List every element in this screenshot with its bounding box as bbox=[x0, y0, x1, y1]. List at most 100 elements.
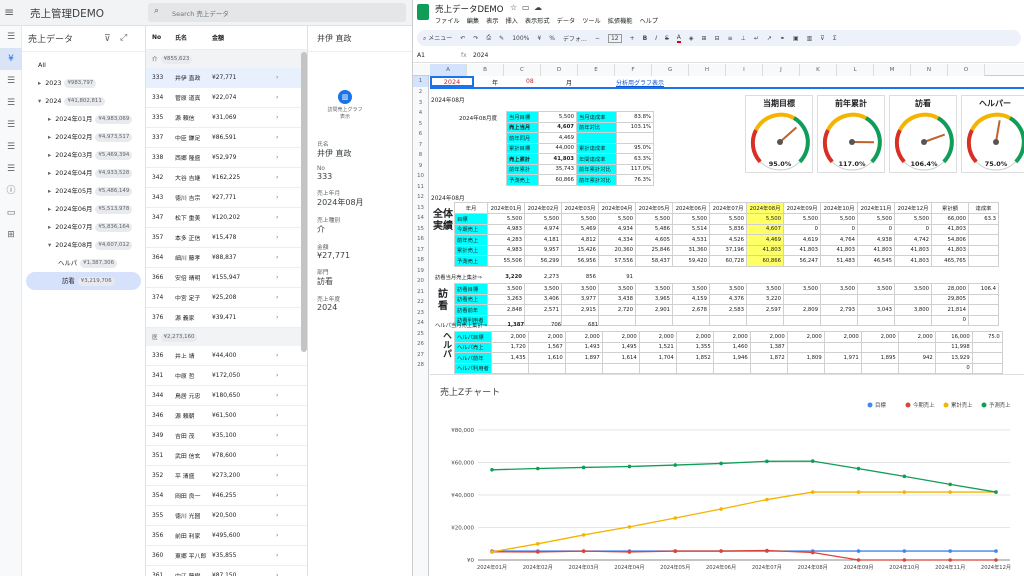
row-header[interactable]: 14 bbox=[413, 213, 428, 224]
list-row[interactable]: 361 中江 藤樹¥87,150 › bbox=[146, 566, 307, 576]
list-row[interactable]: 374 中宮 定子 ¥25,208 › bbox=[146, 288, 307, 308]
row-header[interactable]: 9 bbox=[413, 161, 428, 172]
column-header[interactable]: A bbox=[430, 64, 467, 76]
menu-file[interactable]: ファイル bbox=[435, 16, 460, 25]
row-header[interactable]: 8 bbox=[413, 150, 428, 161]
font-select[interactable]: デフォ… bbox=[563, 34, 587, 43]
column-header[interactable]: D bbox=[541, 64, 578, 76]
list-row[interactable]: 334 菅原 道真 ¥22,074 › bbox=[146, 88, 307, 108]
list-row[interactable]: 347 松下 重美 ¥120,202 › bbox=[146, 208, 307, 228]
expand-icon[interactable]: ⤢ bbox=[120, 33, 127, 43]
folder-icon[interactable]: ▭ bbox=[522, 3, 530, 12]
menu-help[interactable]: ヘルプ bbox=[640, 16, 659, 25]
tree-item-year[interactable]: ▸ 2023 ¥983,797 bbox=[22, 74, 145, 92]
row-header[interactable]: 27 bbox=[413, 350, 428, 361]
tree-item-month[interactable]: ▸ 2024年06月 ¥5,513,978 bbox=[22, 200, 145, 218]
row-header[interactable]: 25 bbox=[413, 329, 428, 340]
font-size-plus[interactable]: + bbox=[630, 35, 635, 42]
column-header[interactable]: O bbox=[948, 64, 985, 76]
list-icon[interactable]: ☰ bbox=[0, 26, 22, 48]
italic-icon[interactable]: I bbox=[655, 35, 657, 42]
row-header[interactable]: 13 bbox=[413, 203, 428, 214]
column-header[interactable]: N bbox=[911, 64, 948, 76]
list-row[interactable]: 333 井伊 直政 ¥27,771 › bbox=[146, 68, 307, 88]
tree-item-month[interactable]: ▸ 2024年01月 ¥4,983,069 bbox=[22, 110, 145, 128]
list-row[interactable]: 357 本多 正信 ¥15,478 › bbox=[146, 228, 307, 248]
list-row[interactable]: 354 岡田 良一 ¥46,255 › bbox=[146, 486, 307, 506]
chart-icon[interactable]: ▥ bbox=[807, 35, 813, 42]
list-row[interactable]: 338 西郷 隆盛 ¥52,979 › bbox=[146, 148, 307, 168]
list-row[interactable]: 364 細川 藤孝 ¥88,837 › bbox=[146, 248, 307, 268]
feedback-icon[interactable]: ▭ bbox=[0, 202, 22, 224]
tree-item-type-selected[interactable]: 訪看 ¥3,219,706 bbox=[26, 272, 141, 290]
tree-item-type[interactable]: ヘルパ ¥1,387,306 bbox=[22, 254, 145, 272]
text-color-icon[interactable]: A bbox=[676, 34, 681, 43]
row-header[interactable]: 26 bbox=[413, 339, 428, 350]
list-row[interactable]: 376 源 義家 ¥39,471 › bbox=[146, 308, 307, 328]
menu-data[interactable]: データ bbox=[557, 16, 576, 25]
menu-tools[interactable]: ツール bbox=[582, 16, 601, 25]
list-row[interactable]: 349 吉田 茂 ¥35,100 › bbox=[146, 426, 307, 446]
apps-grid-icon[interactable]: ⊞ bbox=[0, 224, 22, 246]
row-header[interactable]: 6 bbox=[413, 129, 428, 140]
row-header[interactable]: 17 bbox=[413, 245, 428, 256]
row-header[interactable]: 24 bbox=[413, 318, 428, 329]
tree-item-month[interactable]: ▸ 2024年05月 ¥5,486,149 bbox=[22, 182, 145, 200]
column-header[interactable]: M bbox=[874, 64, 911, 76]
wrap-icon[interactable]: ↵ bbox=[754, 35, 759, 42]
row-header[interactable]: 10 bbox=[413, 171, 428, 182]
column-header[interactable]: B bbox=[467, 64, 504, 76]
list-row[interactable]: 335 源 頼信 ¥31,069 › bbox=[146, 108, 307, 128]
column-header[interactable]: K bbox=[800, 64, 837, 76]
row-header[interactable]: 7 bbox=[413, 140, 428, 151]
row-header[interactable]: 2 bbox=[413, 87, 428, 98]
menu-edit[interactable]: 編集 bbox=[467, 16, 479, 25]
list-scrollbar[interactable] bbox=[301, 52, 307, 352]
undo-icon[interactable]: ↶ bbox=[460, 35, 465, 42]
column-header[interactable]: I bbox=[726, 64, 763, 76]
menu-icon[interactable]: ≡ bbox=[4, 5, 14, 19]
chart-link[interactable]: 分析用グラフ表示 bbox=[616, 78, 664, 87]
align-icon[interactable]: ≡ bbox=[728, 35, 733, 42]
zoom-select[interactable]: 100% bbox=[512, 35, 529, 42]
list-row[interactable]: 366 安倍 晴明 ¥155,947 › bbox=[146, 268, 307, 288]
borders-icon[interactable]: ⊞ bbox=[702, 35, 707, 42]
currency-icon[interactable]: ¥ bbox=[537, 35, 541, 42]
list-icon[interactable]: ☰ bbox=[0, 114, 22, 136]
list-row[interactable]: 346 源 頼朝 ¥61,500 › bbox=[146, 406, 307, 426]
print-icon[interactable]: ⎙ bbox=[486, 34, 491, 42]
redo-icon[interactable]: ↷ bbox=[473, 35, 478, 42]
row-header[interactable]: 11 bbox=[413, 182, 428, 193]
row-header[interactable]: 21 bbox=[413, 287, 428, 298]
row-header[interactable]: 20 bbox=[413, 276, 428, 287]
list-row[interactable]: 352 平 清盛 ¥273,200 › bbox=[146, 466, 307, 486]
list-row[interactable]: 355 徳川 光圀 ¥20,500 › bbox=[146, 506, 307, 526]
row-header[interactable]: 28 bbox=[413, 360, 428, 371]
list-row[interactable]: 360 東郷 平八郎 ¥35,855 › bbox=[146, 546, 307, 566]
row-header[interactable]: 1 bbox=[413, 76, 428, 87]
chart-button[interactable]: ▥ 訪問売上グラフ表示 bbox=[326, 90, 364, 121]
filter-icon[interactable]: ⊽ bbox=[820, 35, 824, 42]
row-header[interactable]: 12 bbox=[413, 192, 428, 203]
year-cell[interactable]: 2024 bbox=[430, 76, 474, 87]
menu-view[interactable]: 表示 bbox=[486, 16, 498, 25]
menu-format[interactable]: 表示形式 bbox=[525, 16, 550, 25]
column-header[interactable]: C bbox=[504, 64, 541, 76]
yen-icon[interactable]: ¥ bbox=[0, 48, 22, 70]
row-header[interactable]: 19 bbox=[413, 266, 428, 277]
search-menu-icon[interactable]: ⌕ メニュー bbox=[423, 33, 452, 43]
tree-item-month[interactable]: ▸ 2024年02月 ¥4,973,517 bbox=[22, 128, 145, 146]
row-header[interactable]: 15 bbox=[413, 224, 428, 235]
search-input[interactable]: ⌕ Search 売上データ bbox=[148, 3, 406, 22]
list-row[interactable]: 341 中原 哲 ¥172,050 › bbox=[146, 366, 307, 386]
list-row[interactable]: 356 前田 利家 ¥495,600 › bbox=[146, 526, 307, 546]
column-header[interactable]: J bbox=[763, 64, 800, 76]
row-header[interactable]: 23 bbox=[413, 308, 428, 319]
merge-icon[interactable]: ⊟ bbox=[715, 35, 720, 42]
comment-icon[interactable]: ▣ bbox=[793, 35, 799, 42]
list-icon[interactable]: ☰ bbox=[0, 92, 22, 114]
list-row[interactable]: 344 鳥居 元忠 ¥180,650 › bbox=[146, 386, 307, 406]
column-header[interactable]: L bbox=[837, 64, 874, 76]
list-row[interactable]: 336 井上 靖 ¥44,400 › bbox=[146, 346, 307, 366]
tree-item-month[interactable]: ▾ 2024年08月 ¥4,607,012 bbox=[22, 236, 145, 254]
